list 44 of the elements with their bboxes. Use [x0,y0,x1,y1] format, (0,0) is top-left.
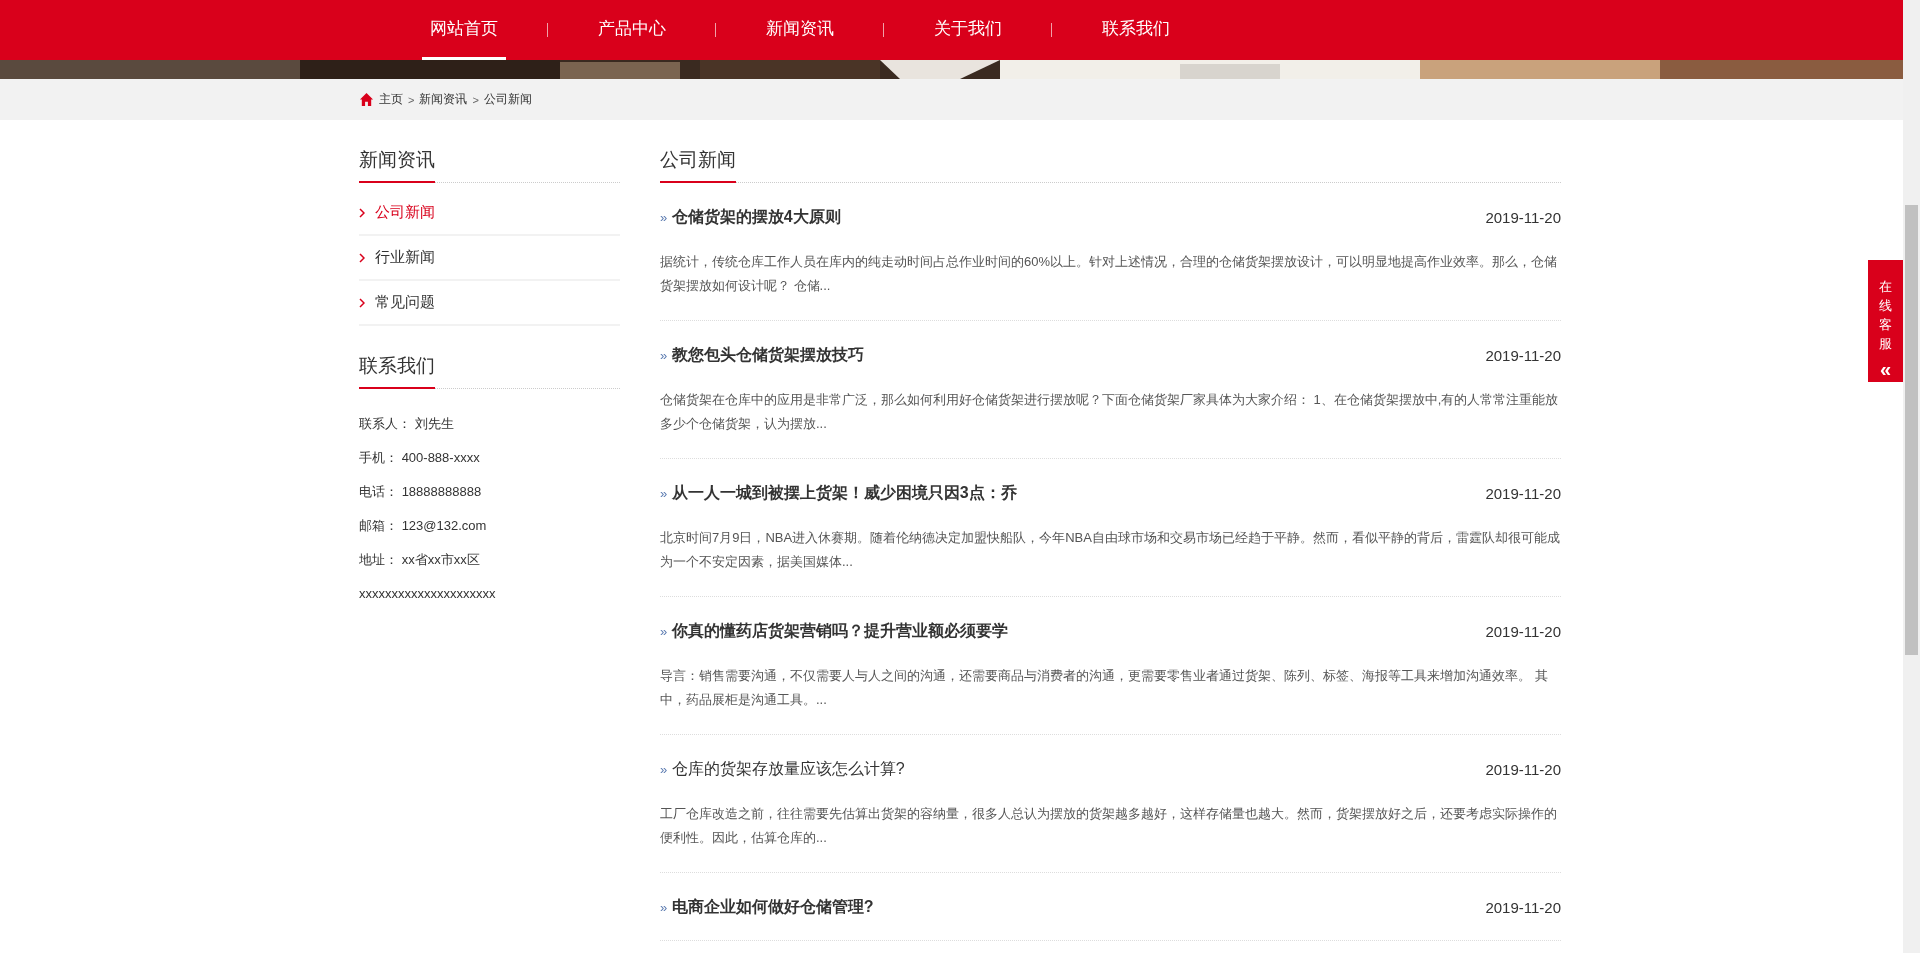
chevron-icon [359,297,365,308]
article-title[interactable]: » 仓库的货架存放量应该怎么计算? [660,759,905,780]
breadcrumb-link[interactable]: 主页 [379,91,403,108]
section-title: 公司新闻 [660,147,736,183]
article-summary: 工厂仓库改造之前，往往需要先估算出货架的容纳量，很多人总认为摆放的货架越多越好，这样存储量也越大。然而，货架摆放好之后，还要考虑实际操作的便利性。因此，估算仓库的... [660,805,1558,847]
nav-link[interactable]: 新闻资讯 [716,0,883,60]
article-title[interactable]: » 你真的懂药店货架营销吗？提升营业额必须要学 [660,621,1008,642]
article-title[interactable]: » 仓储货架的摆放4大原则 [660,207,841,228]
article-date: 2019-11-20 [1485,209,1561,226]
article-summary: 仓储货架在仓库中的应用是非常广泛，那么如何利用好仓储货架进行摆放呢？下面仓储货架厂家具体为大家介绍： 1、在仓储货架摆放中,有的人常常注重能放多少个仓储货架，认为摆放... [660,391,1560,433]
breadcrumb-link[interactable]: 公司新闻 [483,91,532,108]
article-date: 2019-11-20 [1485,623,1561,640]
article-title[interactable]: » 教您包头仓储货架摆放技巧 [660,345,864,366]
article-title[interactable]: » 电商企业如何做好仓储管理? [660,897,874,918]
scrollbar[interactable] [1903,0,1920,953]
breadcrumb-separator: > [408,93,415,106]
article-date: 2019-11-20 [1485,899,1561,916]
category-link[interactable]: 行业新闻 [359,236,620,279]
section-title: 联系我们 [359,353,435,389]
article-date: 2019-11-20 [1485,485,1561,502]
chevron-icon [359,252,365,263]
online-service-tab[interactable]: 在线客服 « [1868,260,1903,382]
breadcrumb-link[interactable]: 新闻资讯 [419,91,468,108]
category-link[interactable]: 常见问题 [359,281,620,324]
category-link[interactable]: 公司新闻 [359,191,620,234]
contact-line: 联系人： 刘先生 [359,415,455,433]
breadcrumb-separator: > [472,93,479,106]
nav-link[interactable]: 联系我们 [1052,0,1219,60]
chevron-icon [359,207,365,218]
nav-link[interactable]: 产品中心 [548,0,715,60]
article-summary: 北京时间7月9日，NBA进入休赛期。随着伦纳德决定加盟快船队，今年NBA自由球市场和交易市场已经趋于平静。然而，看似平静的背后，雷霆队却很可能成为一个不安定因素，据美国媒体... [660,529,1561,571]
contact-line: 手机： 400-888-xxxx [359,449,481,467]
article-summary: 据统计，传统仓库工作人员在库内的纯走动时间占总作业时间的60%以上。针对上述情况，合理的仓储货架摆放设计，可以明显地提高作业效率。那么，仓储货架摆放如何设计呢？ 仓储... [660,253,1559,295]
article-summary: 导言：销售需要沟通，不仅需要人与人之间的沟通，还需要商品与消费者的沟通，更需要零售业者通过货架、陈列、标签、海报等工具来增加沟通效率。 其中，药品展柜是沟通工具。... [660,667,1549,709]
contact-line: 电话： 18888888888 [359,483,483,501]
section-title: 新闻资讯 [359,147,435,183]
article-title[interactable]: » 从一人一城到被摆上货架！威少困境只因3点：乔 [660,483,1017,504]
contact-line: 邮箱： 123@132.com [359,517,488,535]
article-date: 2019-11-20 [1485,761,1561,778]
contact-line: xxxxxxxxxxxxxxxxxxxxx [359,585,497,603]
article-date: 2019-11-20 [1485,347,1561,364]
nav-link[interactable]: 关于我们 [884,0,1051,60]
home-icon [359,92,374,107]
contact-line: 地址： xx省xx市xx区 [359,551,481,569]
